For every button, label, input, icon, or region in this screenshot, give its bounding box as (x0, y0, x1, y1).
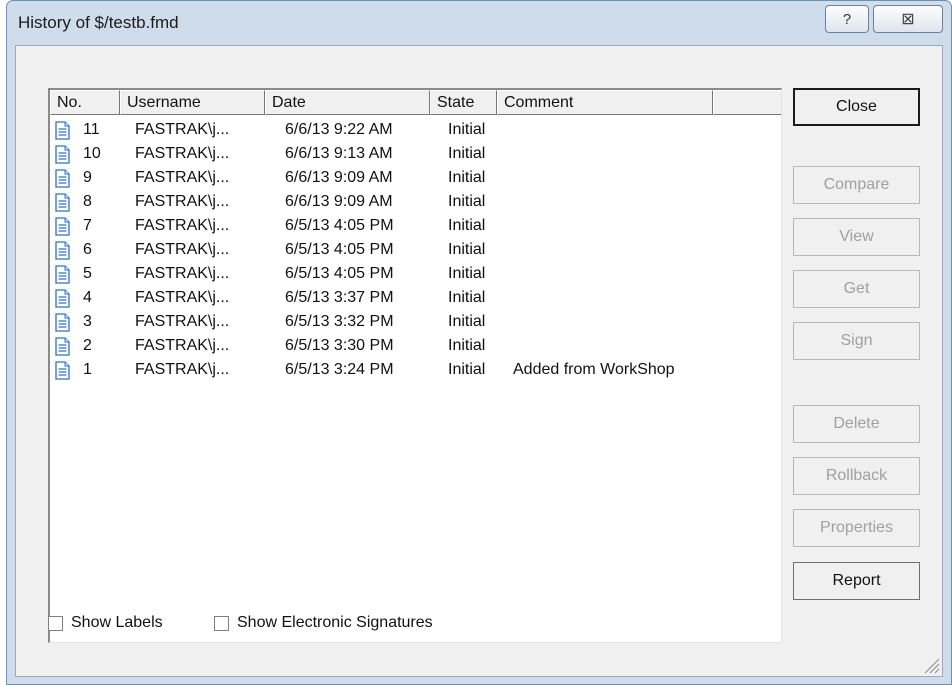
cell-date: 6/5/13 4:05 PM (285, 217, 394, 234)
cell-date: 6/6/13 9:09 AM (285, 169, 393, 186)
window-close-button[interactable]: ⊠ (873, 5, 943, 33)
cell-username: FASTRAK\j... (135, 265, 230, 282)
history-dialog: History of $/testb.fmd ? ⊠ No. Username … (6, 0, 952, 685)
cell-comment: Added from WorkShop (513, 361, 675, 378)
cell-state: Initial (448, 145, 486, 162)
cell-state: Initial (448, 289, 486, 306)
delete-button[interactable]: Delete (793, 405, 920, 443)
document-icon (55, 289, 70, 308)
cell-no: 4 (83, 289, 92, 306)
get-button[interactable]: Get (793, 270, 920, 308)
cell-no: 5 (83, 265, 92, 282)
report-button[interactable]: Report (793, 562, 920, 600)
document-icon (55, 193, 70, 212)
cell-username: FASTRAK\j... (135, 361, 230, 378)
table-row[interactable]: 2 FASTRAK\j... 6/5/13 3:30 PM Initial (50, 335, 781, 359)
cell-username: FASTRAK\j... (135, 169, 230, 186)
cell-date: 6/6/13 9:13 AM (285, 145, 393, 162)
list-header: No. Username Date State Comment (50, 90, 781, 116)
cell-no: 6 (83, 241, 92, 258)
table-row[interactable]: 10 FASTRAK\j... 6/6/13 9:13 AM Initial (50, 143, 781, 167)
cell-date: 6/5/13 3:24 PM (285, 361, 394, 378)
table-row[interactable]: 7 FASTRAK\j... 6/5/13 4:05 PM Initial (50, 215, 781, 239)
column-header-date[interactable]: Date (265, 90, 430, 115)
rollback-button[interactable]: Rollback (793, 457, 920, 495)
cell-date: 6/5/13 4:05 PM (285, 265, 394, 282)
cell-username: FASTRAK\j... (135, 289, 230, 306)
view-button[interactable]: View (793, 218, 920, 256)
close-icon: ⊠ (901, 11, 915, 28)
table-row[interactable]: 1 FASTRAK\j... 6/5/13 3:24 PM Initial Added … (50, 359, 781, 383)
cell-username: FASTRAK\j... (135, 193, 230, 210)
cell-date: 6/6/13 9:09 AM (285, 193, 393, 210)
sign-button[interactable]: Sign (793, 322, 920, 360)
properties-button[interactable]: Properties (793, 509, 920, 547)
cell-date: 6/5/13 4:05 PM (285, 241, 394, 258)
cell-state: Initial (448, 313, 486, 330)
resize-grip-icon[interactable] (922, 656, 940, 674)
window-title: History of $/testb.fmd (18, 13, 179, 32)
history-list[interactable]: No. Username Date State Comment 11 FASTRA… (48, 88, 782, 643)
dialog-client-area: No. Username Date State Comment 11 FASTRA… (15, 45, 943, 677)
cell-username: FASTRAK\j... (135, 313, 230, 330)
cell-state: Initial (448, 337, 486, 354)
cell-state: Initial (448, 169, 486, 186)
document-icon (55, 217, 70, 236)
cell-no: 10 (83, 145, 101, 162)
cell-username: FASTRAK\j... (135, 241, 230, 258)
table-row[interactable]: 3 FASTRAK\j... 6/5/13 3:32 PM Initial (50, 311, 781, 335)
cell-username: FASTRAK\j... (135, 145, 230, 162)
column-header-comment[interactable]: Comment (497, 90, 713, 115)
cell-no: 8 (83, 193, 92, 210)
cell-state: Initial (448, 241, 486, 258)
table-row[interactable]: 9 FASTRAK\j... 6/6/13 9:09 AM Initial (50, 167, 781, 191)
column-header-no[interactable]: No. (50, 90, 120, 115)
cell-no: 7 (83, 217, 92, 234)
document-icon (55, 337, 70, 356)
show-labels-label: Show Labels (71, 614, 163, 631)
cell-state: Initial (448, 361, 486, 378)
help-button[interactable]: ? (825, 5, 869, 33)
cell-state: Initial (448, 121, 486, 138)
column-header-filler (713, 90, 781, 115)
document-icon (55, 145, 70, 164)
table-row[interactable]: 4 FASTRAK\j... 6/5/13 3:37 PM Initial (50, 287, 781, 311)
cell-no: 3 (83, 313, 92, 330)
close-button[interactable]: Close (793, 88, 920, 126)
table-row[interactable]: 5 FASTRAK\j... 6/5/13 4:05 PM Initial (50, 263, 781, 287)
document-icon (55, 313, 70, 332)
column-header-state[interactable]: State (430, 90, 497, 115)
cell-no: 9 (83, 169, 92, 186)
cell-username: FASTRAK\j... (135, 337, 230, 354)
document-icon (55, 169, 70, 188)
cell-state: Initial (448, 217, 486, 234)
cell-username: FASTRAK\j... (135, 121, 230, 138)
column-header-username[interactable]: Username (120, 90, 265, 115)
show-signatures-label: Show Electronic Signatures (237, 614, 433, 631)
table-row[interactable]: 11 FASTRAK\j... 6/6/13 9:22 AM Initial (50, 119, 781, 143)
document-icon (55, 121, 70, 140)
cell-no: 1 (83, 361, 92, 378)
cell-state: Initial (448, 265, 486, 282)
cell-date: 6/5/13 3:30 PM (285, 337, 394, 354)
title-bar[interactable]: History of $/testb.fmd ? ⊠ (7, 1, 951, 45)
cell-date: 6/5/13 3:37 PM (285, 289, 394, 306)
cell-username: FASTRAK\j... (135, 217, 230, 234)
help-icon: ? (842, 10, 852, 28)
cell-date: 6/5/13 3:32 PM (285, 313, 394, 330)
document-icon (55, 241, 70, 260)
document-icon (55, 265, 70, 284)
table-row[interactable]: 8 FASTRAK\j... 6/6/13 9:09 AM Initial (50, 191, 781, 215)
show-labels-box[interactable] (48, 616, 63, 631)
cell-state: Initial (448, 193, 486, 210)
show-signatures-box[interactable] (214, 616, 229, 631)
document-icon (55, 361, 70, 380)
compare-button[interactable]: Compare (793, 166, 920, 204)
cell-no: 2 (83, 337, 92, 354)
table-row[interactable]: 6 FASTRAK\j... 6/5/13 4:05 PM Initial (50, 239, 781, 263)
cell-date: 6/6/13 9:22 AM (285, 121, 393, 138)
cell-no: 11 (83, 121, 100, 138)
